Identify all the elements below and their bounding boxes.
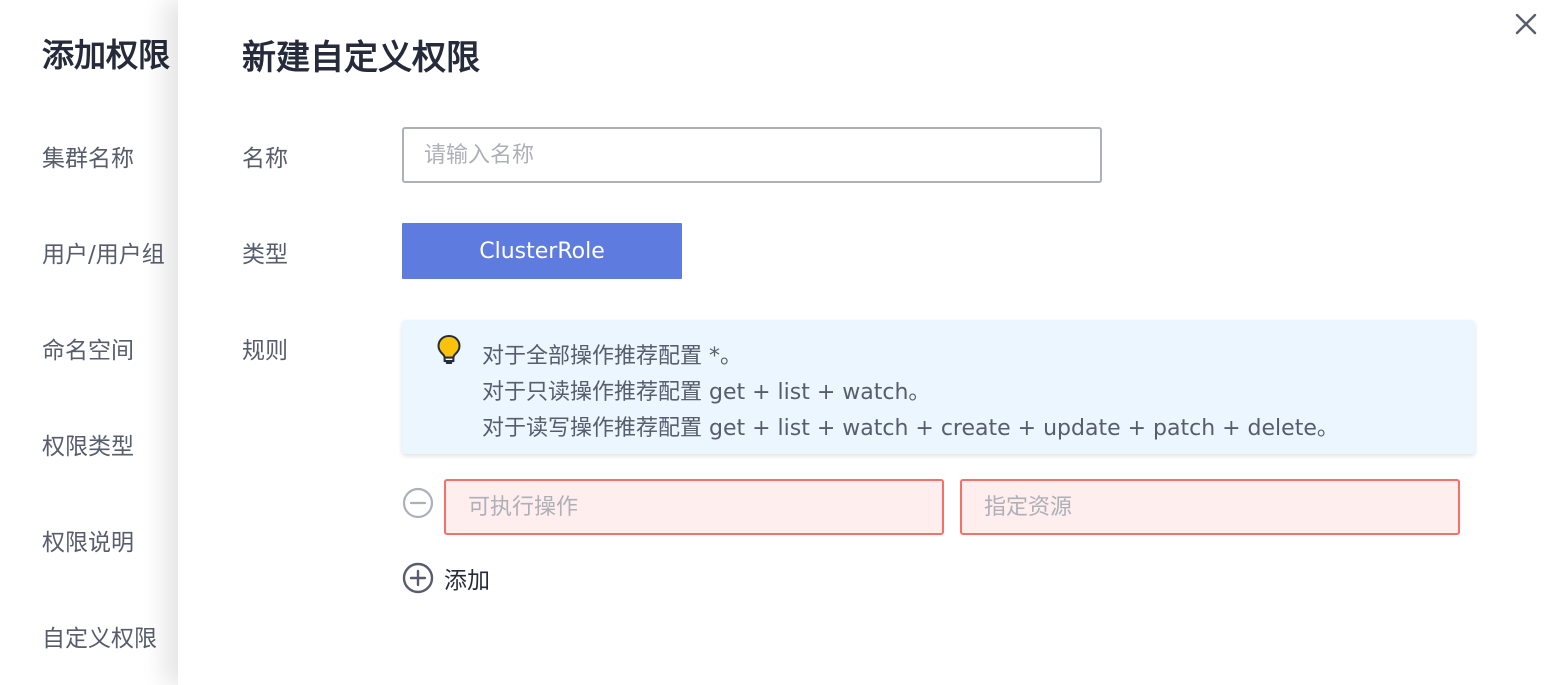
field-label-permission-type: 权限类型 (42, 434, 134, 460)
add-rule-label: 添加 (444, 568, 490, 594)
field-label-namespace: 命名空间 (42, 338, 134, 364)
plus-circle-icon (402, 562, 434, 594)
close-button[interactable] (1512, 10, 1540, 38)
tip-line-readonly-ops: 对于只读操作推荐配置 get + list + watch。 (482, 380, 931, 405)
drawer-title: 新建自定义权限 (242, 38, 480, 78)
field-label-custom-permission: 自定义权限 (42, 626, 157, 652)
resources-input[interactable] (960, 479, 1460, 535)
rules-tip-box: 对于全部操作推荐配置 *。 对于只读操作推荐配置 get + list + wa… (402, 320, 1475, 454)
close-icon (1515, 13, 1537, 35)
type-label: 类型 (242, 242, 288, 268)
background-form-title: 添加权限 (42, 36, 171, 74)
page-root: 添加权限 集群名称 用户/用户组 命名空间 权限类型 权限说明 自定义权限 新建… (0, 0, 1563, 685)
tip-line-readwrite-ops: 对于读写操作推荐配置 get + list + watch + create +… (482, 416, 1339, 441)
lightbulb-icon (437, 335, 461, 364)
field-label-cluster-name: 集群名称 (42, 146, 134, 172)
field-label-permission-desc: 权限说明 (42, 530, 134, 556)
background-form: 添加权限 集群名称 用户/用户组 命名空间 权限类型 权限说明 自定义权限 (0, 0, 178, 685)
rules-label: 规则 (242, 338, 288, 364)
verbs-input[interactable] (444, 479, 944, 535)
remove-rule-button[interactable] (402, 487, 434, 519)
tip-line-all-ops: 对于全部操作推荐配置 *。 (482, 344, 742, 369)
field-label-user-group: 用户/用户组 (42, 242, 165, 268)
minus-circle-icon (402, 487, 434, 519)
name-label: 名称 (242, 146, 288, 172)
add-rule-button[interactable]: 添加 (402, 561, 490, 595)
type-clusterrole-button[interactable]: ClusterRole (402, 223, 682, 279)
name-input[interactable] (402, 127, 1102, 183)
